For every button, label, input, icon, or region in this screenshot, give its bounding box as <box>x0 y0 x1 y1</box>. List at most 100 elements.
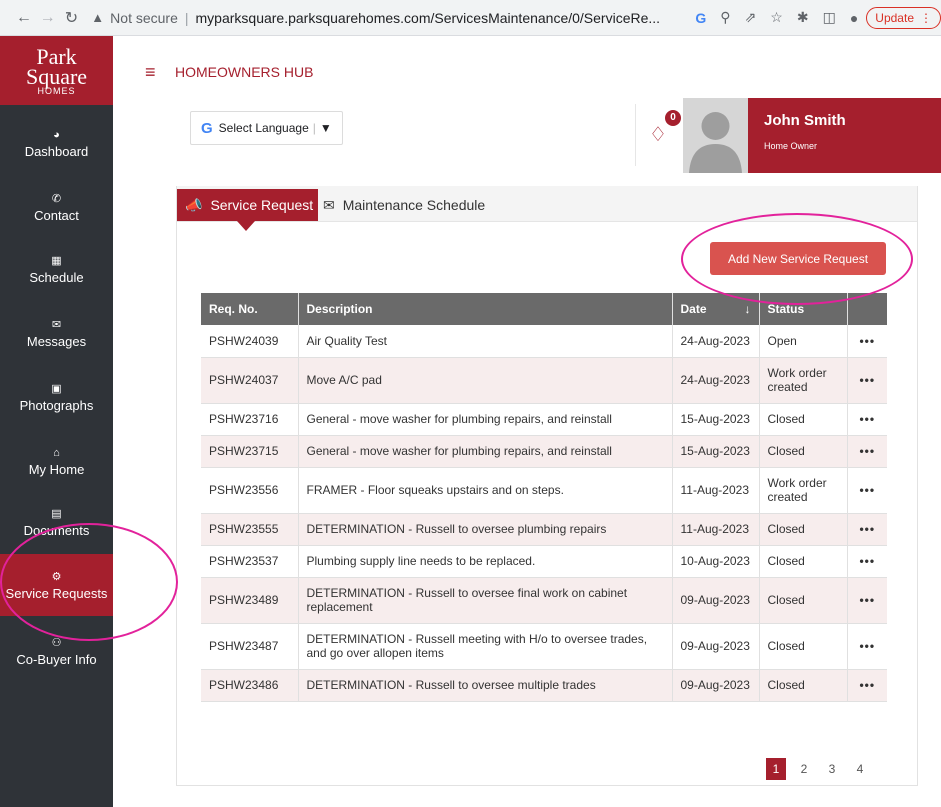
language-select[interactable]: G Select Language | ▼ <box>190 111 343 145</box>
envelope-icon: ✉ <box>323 196 335 213</box>
cell-req-no: PSHW23489 <box>201 577 298 624</box>
table-row[interactable]: PSHW23537 Plumbing supply line needs to … <box>201 545 887 578</box>
star-icon[interactable]: ☆ <box>770 9 783 26</box>
cell-date: 15-Aug-2023 <box>671 435 759 468</box>
table-row[interactable]: PSHW23555 DETERMINATION - Russell to ove… <box>201 513 887 546</box>
sidebar-item-my-home[interactable]: ⌂ My Home <box>0 430 113 492</box>
active-tab-pointer <box>237 221 255 231</box>
cell-description: DETERMINATION - Russell to oversee plumb… <box>297 513 672 546</box>
address-bar[interactable]: ▲ Not secure | myparksquare.parksquareho… <box>91 10 685 26</box>
dropdown-arrow-icon: ▼ <box>319 121 332 135</box>
sidepanel-icon[interactable]: ◫ <box>823 9 836 26</box>
table-row[interactable]: PSHW23487 DETERMINATION - Russell meetin… <box>201 623 887 670</box>
column-header-status[interactable]: Status <box>758 293 847 325</box>
extensions-icon[interactable]: ✱ <box>797 9 809 26</box>
reload-icon[interactable]: ↻ <box>60 8 84 28</box>
share-icon[interactable]: ⇗ <box>745 9 757 26</box>
sidebar-item-messages[interactable]: ✉ Messages <box>0 302 113 364</box>
sidebar-item-schedule[interactable]: ▦ Schedule <box>0 238 113 300</box>
table-row[interactable]: PSHW24037 Move A/C pad 24-Aug-2023 Work … <box>201 357 887 404</box>
user-card[interactable]: John Smith Home Owner <box>748 98 941 173</box>
sidebar-item-documents[interactable]: ▤ Documents <box>0 491 113 553</box>
cell-req-no: PSHW23555 <box>201 513 298 546</box>
more-options-icon[interactable]: ••• <box>846 513 887 546</box>
more-options-icon[interactable]: ••• <box>846 403 887 436</box>
cell-req-no: PSHW23715 <box>201 435 298 468</box>
home-icon: ⌂ <box>53 446 60 459</box>
cell-req-no: PSHW23486 <box>201 669 298 702</box>
table-row[interactable]: PSHW23489 DETERMINATION - Russell to ove… <box>201 577 887 624</box>
hamburger-menu-icon[interactable]: ≡ <box>145 62 156 83</box>
more-options-icon[interactable]: ••• <box>846 467 887 514</box>
image-icon: ▣ <box>51 382 62 395</box>
update-button[interactable]: Update ⋮ <box>866 6 941 29</box>
header-divider <box>635 104 636 166</box>
column-header-req-no[interactable]: Req. No. <box>201 293 298 325</box>
page-3[interactable]: 3 <box>822 758 842 780</box>
forward-icon[interactable]: → <box>36 9 60 27</box>
cell-description: Plumbing supply line needs to be replace… <box>297 545 672 578</box>
sidebar-item-label: Dashboard <box>24 143 89 159</box>
cell-req-no: PSHW23556 <box>201 467 298 514</box>
sidebar-item-service-requests[interactable]: ⚙ Service Requests <box>0 554 113 616</box>
cell-req-no: PSHW24037 <box>201 357 298 404</box>
park-square-logo[interactable]: Park Square HOMES <box>0 36 113 105</box>
cell-req-no: PSHW23537 <box>201 545 298 578</box>
page-1[interactable]: 1 <box>766 758 786 780</box>
sidebar-item-photographs[interactable]: ▣ Photographs <box>0 366 113 428</box>
more-options-icon[interactable]: ••• <box>846 623 887 670</box>
more-options-icon[interactable]: ••• <box>846 435 887 468</box>
more-options-icon[interactable]: ••• <box>846 325 887 358</box>
service-panel: 📣 Service Request ✉ Maintenance Schedule… <box>176 186 918 786</box>
header: ≡ HOMEOWNERS HUB G Select Language | ▼ ♢… <box>113 36 941 186</box>
cell-description: Move A/C pad <box>297 357 672 404</box>
main-area: ≡ HOMEOWNERS HUB G Select Language | ▼ ♢… <box>113 36 941 807</box>
sidebar-item-contact[interactable]: ✆ Contact <box>0 176 113 238</box>
profile-icon[interactable]: ● <box>850 10 858 26</box>
cell-date: 24-Aug-2023 <box>671 325 759 358</box>
back-icon[interactable]: ← <box>12 9 36 27</box>
dashboard-icon: ◕ <box>53 128 60 141</box>
notification-badge: 0 <box>665 110 681 126</box>
not-secure-label: Not secure <box>110 9 178 26</box>
language-separator: | <box>312 121 316 135</box>
language-label: Select Language <box>218 121 309 135</box>
google-translate-icon: G <box>201 119 213 137</box>
tab-maintenance-schedule[interactable]: ✉ Maintenance Schedule <box>323 189 485 221</box>
service-requests-table: Req. No. Description Date ↓ Status PSHW24… <box>201 293 887 702</box>
table-row[interactable]: PSHW23556 FRAMER - Floor squeaks upstair… <box>201 467 887 514</box>
cell-description: FRAMER - Floor squeaks upstairs and on s… <box>297 467 672 514</box>
page-2[interactable]: 2 <box>794 758 814 780</box>
tab-service-request[interactable]: 📣 Service Request <box>177 189 318 221</box>
table-row[interactable]: PSHW23715 General - move washer for plum… <box>201 435 887 468</box>
document-icon: ▤ <box>51 507 62 520</box>
more-options-icon[interactable]: ••• <box>846 669 887 702</box>
cell-req-no: PSHW23716 <box>201 403 298 436</box>
logo-line-2: Square <box>25 64 88 89</box>
table-row[interactable]: PSHW23486 DETERMINATION - Russell to ove… <box>201 669 887 702</box>
column-header-description[interactable]: Description <box>297 293 672 325</box>
cell-date: 10-Aug-2023 <box>671 545 759 578</box>
table-row[interactable]: PSHW24039 Air Quality Test 24-Aug-2023 O… <box>201 325 887 358</box>
more-options-icon[interactable]: ••• <box>846 545 887 578</box>
more-options-icon[interactable]: ••• <box>846 577 887 624</box>
table-header-row: Req. No. Description Date ↓ Status <box>201 293 887 325</box>
sidebar-item-dashboard[interactable]: ◕ Dashboard <box>0 112 113 174</box>
add-new-service-request-button[interactable]: Add New Service Request <box>710 242 886 275</box>
page-4[interactable]: 4 <box>850 758 870 780</box>
cell-date: 09-Aug-2023 <box>671 577 759 624</box>
table-row[interactable]: PSHW23716 General - move washer for plum… <box>201 403 887 436</box>
sidebar-item-label: Documents <box>23 522 90 538</box>
cell-date: 24-Aug-2023 <box>671 357 759 404</box>
sidebar-item-co-buyer-info[interactable]: ⚇ Co-Buyer Info <box>0 620 113 682</box>
more-options-icon[interactable]: ••• <box>846 357 887 404</box>
column-header-date[interactable]: Date ↓ <box>671 293 759 325</box>
key-icon[interactable]: ⚲ <box>720 9 730 26</box>
cell-description: DETERMINATION - Russell meeting with H/o… <box>297 623 672 670</box>
bell-icon[interactable]: ♢ <box>649 122 667 147</box>
cell-description: General - move washer for plumbing repai… <box>297 435 672 468</box>
tab-content: Add New Service Request Req. No. Descrip… <box>177 221 917 785</box>
cell-date: 09-Aug-2023 <box>671 669 759 702</box>
google-icon[interactable]: G <box>695 10 706 26</box>
sidebar: Park Square HOMES ◕ Dashboard ✆ Contact … <box>0 36 113 807</box>
